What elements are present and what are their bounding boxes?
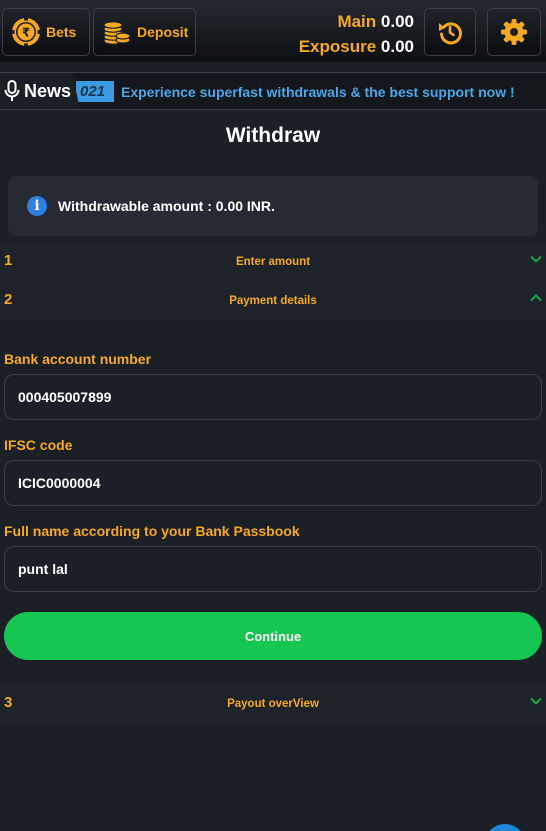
- top-bar: ₹ Bets Deposit Main 0.00 Exposure 0.00: [0, 0, 546, 62]
- deposit-label: Deposit: [137, 24, 189, 40]
- step-title: Payment details: [229, 295, 317, 307]
- main-balance-value: 0.00: [380, 12, 414, 31]
- step-enter-amount[interactable]: 1 Enter amount: [0, 243, 546, 281]
- chevron-down-icon: [530, 255, 542, 263]
- news-label: News: [0, 73, 80, 109]
- full-name-input[interactable]: [4, 546, 542, 592]
- svg-text:₹: ₹: [22, 26, 30, 40]
- refresh-icon: [439, 22, 462, 45]
- exposure-label: Exposure: [298, 37, 377, 56]
- chevron-up-icon: [530, 294, 542, 302]
- ifsc-input[interactable]: [4, 460, 542, 506]
- bank-account-label: Bank account number: [4, 351, 152, 367]
- page-title: Withdraw: [225, 124, 321, 147]
- coins-stack-icon: [103, 21, 131, 45]
- step-payout-overview[interactable]: 3 Payout overView: [0, 685, 546, 723]
- settings-button[interactable]: [487, 8, 541, 56]
- floating-chat-button[interactable]: [484, 824, 526, 831]
- info-icon: i: [27, 196, 47, 216]
- news-year-badge: 021: [76, 81, 114, 102]
- balance-display: Main 0.00 Exposure 0.00: [299, 9, 414, 59]
- exposure-balance: Exposure 0.00: [299, 34, 414, 59]
- exposure-value: 0.00: [380, 37, 414, 56]
- news-bar: News 021 Experience superfast withdrawal…: [0, 72, 546, 110]
- bets-button[interactable]: ₹ Bets: [2, 8, 90, 56]
- full-name-label: Full name according to your Bank Passboo…: [4, 523, 300, 539]
- rupee-chip-icon: ₹: [11, 17, 41, 47]
- chevron-down-icon: [530, 697, 542, 705]
- microphone-icon: [4, 80, 20, 101]
- gear-icon: [501, 19, 527, 45]
- ifsc-label: IFSC code: [4, 437, 73, 453]
- step-title: Payout overView: [227, 698, 319, 710]
- step-title: Enter amount: [235, 256, 311, 268]
- news-title: News: [24, 80, 72, 101]
- news-ticker-text: Experience superfast withdrawals & the b…: [121, 84, 515, 100]
- withdrawable-info-box: i Withdrawable amount : 0.00 INR.: [8, 176, 538, 236]
- withdrawable-amount-text: Withdrawable amount : 0.00 INR.: [58, 198, 275, 214]
- main-balance: Main 0.00: [299, 9, 414, 34]
- bank-account-input[interactable]: [4, 374, 542, 420]
- deposit-button[interactable]: Deposit: [93, 8, 196, 56]
- bets-label: Bets: [46, 24, 77, 40]
- refresh-button[interactable]: [424, 8, 476, 56]
- continue-button[interactable]: Continue: [4, 612, 542, 660]
- step-payment-details[interactable]: 2 Payment details: [0, 282, 546, 320]
- main-balance-label: Main: [337, 12, 377, 31]
